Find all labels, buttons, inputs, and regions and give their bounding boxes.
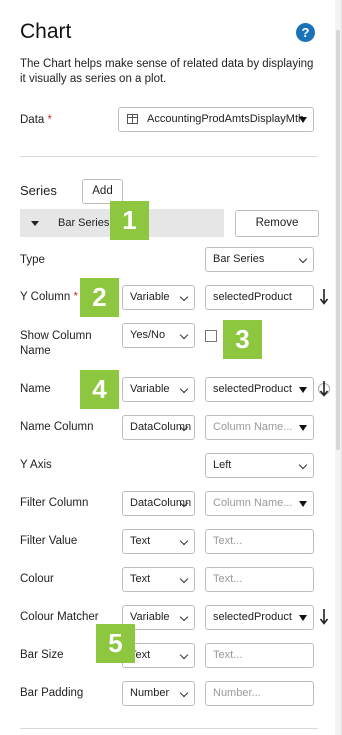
colour-matcher-label: Colour Matcher [20,611,99,623]
caret-down-icon[interactable] [31,221,39,226]
show-column-name-label: Show Column Name [20,330,92,357]
name-column-label: Name Column [20,421,94,433]
colour-source-select[interactable]: Text [122,567,195,592]
type-label: Type [20,254,45,266]
name-source-select[interactable]: Variable [122,377,195,402]
show-column-name-checkbox[interactable] [205,330,217,342]
table-icon [127,114,138,124]
question-icon[interactable]: ? [296,23,315,42]
filter-column-label: Filter Column [20,497,89,509]
colour-input[interactable]: Text... [205,567,314,592]
type-select[interactable]: Bar Series [205,247,314,272]
callout-badge-1: 1 [110,201,149,240]
y-axis-select[interactable]: Left [205,453,314,478]
bar-padding-label: Bar Padding [20,687,84,699]
data-label-text: Data [20,114,45,126]
colour-label: Colour [20,573,54,585]
bar-size-label: Bar Size [20,649,64,661]
scrollbar[interactable] [335,0,341,735]
required-marker: * [47,114,52,126]
y-column-source-select[interactable]: Variable [122,285,195,310]
bar-size-input[interactable]: Text... [205,643,314,668]
arrow-down-icon[interactable] [318,378,330,400]
filter-value-label: Filter Value [20,535,78,547]
name-select[interactable]: selectedProduct [205,377,314,402]
arrow-down-icon[interactable] [318,606,330,628]
filter-column-source-select[interactable]: DataColumn [122,491,195,516]
name-label: Name [20,383,51,395]
filter-value-input[interactable]: Text... [205,529,314,554]
chart-properties-panel: Chart ? The Chart helps make sense of re… [0,0,342,735]
divider [20,156,318,157]
series-item-label: Bar Series [58,217,110,229]
filter-column-select[interactable]: Column Name... [205,491,314,516]
name-column-source-select[interactable]: DataColumn [122,415,195,440]
y-column-input[interactable]: selectedProduct [205,285,314,310]
scrollbar-thumb[interactable] [336,30,340,450]
y-axis-label: Y Axis [20,459,52,471]
bar-padding-source-select[interactable]: Number [122,681,195,706]
show-column-name-source-select[interactable]: Yes/No [122,323,195,348]
y-column-label: Y Column * [20,290,78,305]
divider [20,728,318,729]
data-source-select[interactable]: AccountingProdAmtsDisplayMth [118,107,314,132]
bar-padding-input[interactable]: Number... [205,681,314,706]
page-title: Chart [20,20,72,43]
panel-description: The Chart helps make sense of related da… [20,58,314,85]
y-column-label-text: Y Column [20,291,71,303]
remove-series-button[interactable]: Remove [235,210,319,237]
callout-badge-4: 4 [80,370,119,409]
callout-badge-5: 5 [96,624,135,663]
colour-matcher-select[interactable]: selectedProduct [205,605,314,630]
filter-value-source-select[interactable]: Text [122,529,195,554]
name-column-select[interactable]: Column Name... [205,415,314,440]
required-marker: * [73,291,78,303]
data-label: Data * [20,113,52,128]
callout-badge-3: 3 [223,320,262,359]
arrow-down-icon[interactable] [318,286,330,308]
series-heading: Series [20,183,57,198]
callout-badge-2: 2 [80,278,119,317]
data-source-value: AccountingProdAmtsDisplayMth [147,113,305,125]
